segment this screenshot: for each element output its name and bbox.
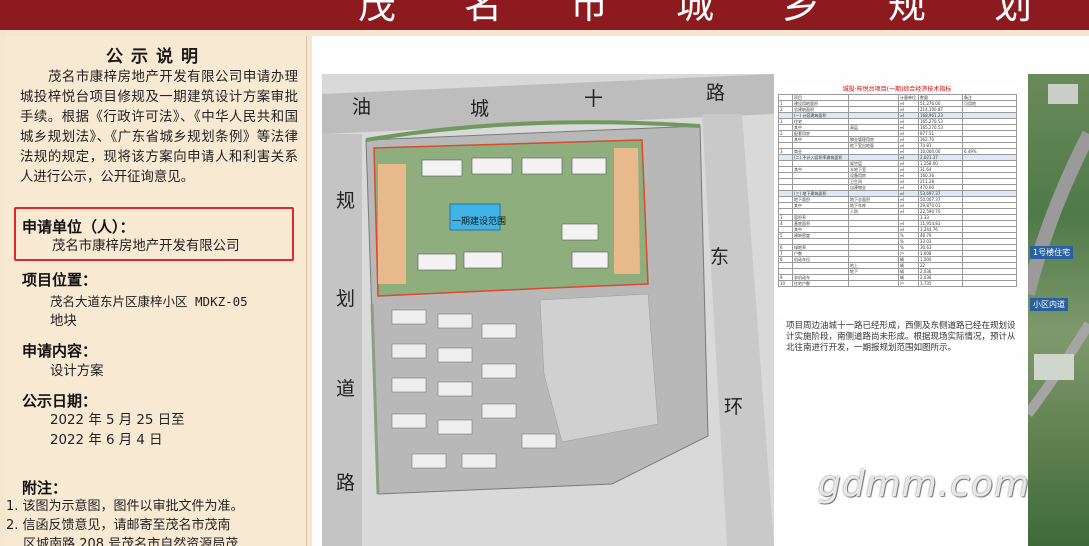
table-cell: (二) 不计入容积率建筑面积 <box>792 154 849 161</box>
road-label-west: 划 <box>336 288 356 310</box>
photo-tag: 1号楼住宅 <box>1030 246 1074 259</box>
note-item: 1. 该图为示意图，图件以审批文件为准。 <box>6 499 244 514</box>
content-label: 申请内容： <box>22 342 98 360</box>
table-cell: 住宅户数 <box>792 280 849 287</box>
road-label-west: 路 <box>336 472 356 494</box>
road-label-west: 道 <box>336 378 356 400</box>
plan-caption: 项目周边油城十一路已经形成，西侧及东侧道路已经在规划设计实施阶段，南侧道路尚未形… <box>786 321 1016 353</box>
table-cell: 10 <box>778 280 793 287</box>
banner-title: 茂名市城乡规划批 <box>358 0 1089 27</box>
road-label-north: 十 <box>584 88 604 110</box>
table-cell <box>848 280 899 287</box>
location-line1: 茂名大道东片区康梓小区 MDKZ-05 <box>50 294 248 309</box>
site-plan: 油 城 十 路 规 划 道 路 东 环 一期建设范围 <box>322 74 774 546</box>
table-cell <box>962 280 1017 287</box>
period-end: 2022 年 6 月 4 日 <box>50 433 163 448</box>
location-line2: 地块 <box>50 314 77 329</box>
indicator-table: 项目 计量单位 数量 备注 1 建设用地面积㎡ 51,276.00 可用地 2 总建筑面积㎡ 214… <box>778 94 1017 287</box>
table-cell: 户 <box>898 280 919 287</box>
table-cell: 计量单位 <box>898 94 919 101</box>
period-label: 公示日期： <box>22 392 98 410</box>
road-label-north: 路 <box>706 82 726 104</box>
applicant-value: 茂名市康梓房地产开发有限公司 <box>52 239 240 254</box>
road-label-north: 油 <box>352 96 372 118</box>
table-cell: 1,735 <box>918 280 963 287</box>
table-title: 城投·梓悦台项目(一期)综合经济技术指标 <box>842 86 952 93</box>
site-plan-drawing <box>322 74 774 546</box>
road-label-east: 东 <box>710 246 730 268</box>
road-label-north: 城 <box>470 98 490 120</box>
notice-heading: 公示说明 <box>106 47 206 67</box>
road-label-west: 规 <box>336 190 356 212</box>
notice-panel: 公示说明 茂名市康梓房地产开发有限公司申请办理城投梓悦台项目修规及一期建筑设计方… <box>6 36 307 546</box>
notes-list: 1. 该图为示意图，图件以审批文件为准。 2. 信函反馈意见，请邮寄至茂名市茂南… <box>6 497 292 546</box>
watermark: gdmm.com <box>818 464 1031 505</box>
table-row: 10 住宅户数 户 1,735 <box>778 280 1017 287</box>
note-item: 区城南路 208 号茂名市自然资源局茂 <box>6 537 239 546</box>
aerial-photo: 1号楼住宅 小区内道 <box>1028 74 1089 546</box>
notice-body: 茂名市康梓房地产开发有限公司申请办理城投梓悦台项目修规及一期建筑设计方案审批手续… <box>20 70 298 185</box>
content-value: 设计方案 <box>50 364 104 379</box>
title-banner: 茂名市城乡规划批 <box>0 0 1089 30</box>
photo-tag: 小区内道 <box>1030 298 1068 311</box>
road-label-east: 环 <box>724 396 744 418</box>
location-label: 项目位置： <box>22 271 98 289</box>
notes-label: 附注： <box>22 479 68 497</box>
period-start: 2022 年 5 月 25 日至 <box>50 413 185 428</box>
phase-one-label: 一期建设范围 <box>452 217 507 227</box>
tech-indicator-table: 城投·梓悦台项目(一期)综合经济技术指标 项目 计量单位 数量 备注 1 建设用地面积㎡ 5… <box>778 86 1017 316</box>
note-item: 2. 信函反馈意见，请邮寄至茂名市茂南 <box>6 518 231 533</box>
applicant-label: 申请单位（人）： <box>22 218 135 236</box>
